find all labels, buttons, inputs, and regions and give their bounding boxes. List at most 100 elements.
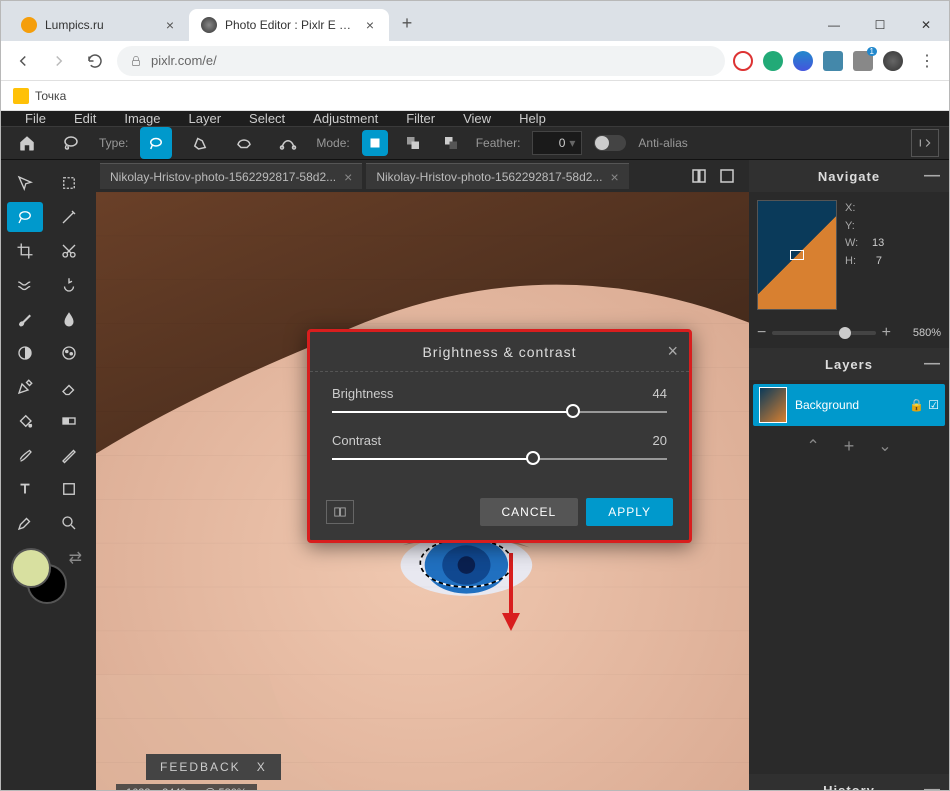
close-icon[interactable]: × bbox=[363, 18, 377, 32]
tab-lumpics[interactable]: Lumpics.ru × bbox=[9, 9, 189, 41]
tool-options-bar: Type: Mode: Feather: 0▾ Anti-alias bbox=[1, 126, 949, 160]
layer-name: Background bbox=[795, 398, 901, 412]
blur-tool[interactable] bbox=[51, 304, 87, 334]
foreground-color[interactable] bbox=[11, 548, 51, 588]
close-icon[interactable]: × bbox=[344, 169, 352, 185]
tab-pixlr[interactable]: Photo Editor : Pixlr E - free image × bbox=[189, 9, 389, 41]
eraser-tool[interactable] bbox=[51, 372, 87, 402]
cancel-button[interactable]: CANCEL bbox=[480, 498, 579, 526]
collapse-icon[interactable]: — bbox=[924, 355, 941, 373]
dodge-tool[interactable] bbox=[7, 338, 43, 368]
collapse-icon[interactable]: — bbox=[924, 781, 941, 790]
wand-tool[interactable] bbox=[51, 202, 87, 232]
doc-tab[interactable]: Nikolay-Hristov-photo-1562292817-58d2...… bbox=[100, 163, 362, 189]
cut-tool[interactable] bbox=[51, 236, 87, 266]
visibility-icon[interactable]: ☑ bbox=[928, 398, 939, 412]
menu-layer[interactable]: Layer bbox=[175, 111, 236, 126]
clone-tool[interactable] bbox=[51, 270, 87, 300]
right-panels: Navigate— X: Y: W:13 H:7 − + 580% bbox=[749, 160, 949, 790]
back-button[interactable] bbox=[9, 47, 37, 75]
avatar[interactable] bbox=[883, 51, 903, 71]
zoom-in-button[interactable]: + bbox=[882, 324, 891, 342]
history-panel-header: History— bbox=[749, 774, 949, 790]
gradient-tool[interactable] bbox=[51, 406, 87, 436]
dialog-title[interactable]: Brightness & contrast × bbox=[310, 332, 689, 372]
shape-tool[interactable] bbox=[51, 474, 87, 504]
close-window-button[interactable]: ✕ bbox=[903, 9, 949, 41]
close-icon[interactable]: × bbox=[163, 18, 177, 32]
new-tab-button[interactable]: + bbox=[393, 9, 421, 37]
navigator-info: X: Y: W:13 H:7 bbox=[845, 200, 884, 310]
menu-adjustment[interactable]: Adjustment bbox=[299, 111, 392, 126]
text-tool[interactable] bbox=[7, 474, 43, 504]
close-icon[interactable]: × bbox=[610, 169, 618, 185]
eyedropper-tool[interactable] bbox=[7, 508, 43, 538]
layer-item[interactable]: Background 🔒 ☑ bbox=[753, 384, 945, 426]
contrast-slider[interactable] bbox=[332, 458, 667, 460]
lasso-tool-icon[interactable] bbox=[55, 127, 87, 159]
ext-icon[interactable]: 1 bbox=[853, 51, 873, 71]
feather-label: Feather: bbox=[476, 136, 521, 150]
menu-help[interactable]: Help bbox=[505, 111, 560, 126]
reload-button[interactable] bbox=[81, 47, 109, 75]
brightness-slider[interactable] bbox=[332, 411, 667, 413]
ext-icon[interactable] bbox=[733, 51, 753, 71]
menu-filter[interactable]: Filter bbox=[392, 111, 449, 126]
menu-button[interactable]: ⋮ bbox=[913, 47, 941, 75]
url-input[interactable]: pixlr.com/e/ bbox=[117, 46, 725, 76]
brush-tool[interactable] bbox=[7, 304, 43, 334]
layout-tile-icon[interactable] bbox=[687, 164, 711, 188]
zoom-slider[interactable] bbox=[772, 331, 875, 335]
mode-new[interactable] bbox=[362, 130, 388, 156]
layer-down-button[interactable]: ⌄ bbox=[878, 436, 891, 457]
bookmark-item[interactable]: Точка bbox=[35, 89, 66, 103]
menu-view[interactable]: View bbox=[449, 111, 505, 126]
zoom-out-button[interactable]: − bbox=[757, 324, 766, 342]
mode-add[interactable] bbox=[400, 130, 426, 156]
lasso-bezier[interactable] bbox=[272, 127, 304, 159]
lasso-freehand[interactable] bbox=[140, 127, 172, 159]
sponge-tool[interactable] bbox=[51, 338, 87, 368]
menu-select[interactable]: Select bbox=[235, 111, 299, 126]
collapse-icon[interactable]: — bbox=[924, 167, 941, 185]
zoom-tool[interactable] bbox=[51, 508, 87, 538]
ext-icon[interactable] bbox=[823, 51, 843, 71]
expand-panel-button[interactable] bbox=[911, 129, 939, 157]
lasso-magnetic[interactable] bbox=[228, 127, 260, 159]
minimize-button[interactable]: — bbox=[811, 9, 857, 41]
window-controls: — ☐ ✕ bbox=[811, 9, 949, 41]
forward-button[interactable] bbox=[45, 47, 73, 75]
home-button[interactable] bbox=[11, 127, 43, 159]
layer-up-button[interactable]: ⌃ bbox=[806, 436, 819, 457]
close-icon[interactable]: X bbox=[257, 760, 267, 774]
feedback-button[interactable]: FEEDBACK X bbox=[146, 754, 281, 780]
doc-tab[interactable]: Nikolay-Hristov-photo-1562292817-58d2...… bbox=[366, 163, 628, 189]
replace-color-tool[interactable] bbox=[7, 440, 43, 470]
navigator-thumbnail[interactable] bbox=[757, 200, 837, 310]
swap-colors-icon[interactable]: ⇄ bbox=[69, 548, 82, 568]
marquee-tool[interactable] bbox=[51, 168, 87, 198]
feather-input[interactable]: 0▾ bbox=[532, 131, 582, 155]
lasso-polygon[interactable] bbox=[184, 127, 216, 159]
pen-tool[interactable] bbox=[7, 372, 43, 402]
lasso-tool[interactable] bbox=[7, 202, 43, 232]
menu-file[interactable]: File bbox=[11, 111, 60, 126]
crop-tool[interactable] bbox=[7, 236, 43, 266]
ext-icon[interactable] bbox=[763, 51, 783, 71]
lock-icon[interactable]: 🔒 bbox=[909, 398, 924, 412]
liquify-tool[interactable] bbox=[7, 270, 43, 300]
add-layer-button[interactable]: + bbox=[844, 436, 855, 457]
close-icon[interactable]: × bbox=[667, 341, 679, 362]
layout-single-icon[interactable] bbox=[715, 164, 739, 188]
mode-subtract[interactable] bbox=[438, 130, 464, 156]
antialias-toggle[interactable] bbox=[594, 135, 626, 151]
draw-tool[interactable] bbox=[51, 440, 87, 470]
ext-icon[interactable] bbox=[793, 51, 813, 71]
maximize-button[interactable]: ☐ bbox=[857, 9, 903, 41]
menu-edit[interactable]: Edit bbox=[60, 111, 110, 126]
fill-tool[interactable] bbox=[7, 406, 43, 436]
apply-button[interactable]: APPLY bbox=[586, 498, 673, 526]
compare-toggle[interactable] bbox=[326, 500, 354, 524]
menu-image[interactable]: Image bbox=[110, 111, 174, 126]
move-tool[interactable] bbox=[7, 168, 43, 198]
